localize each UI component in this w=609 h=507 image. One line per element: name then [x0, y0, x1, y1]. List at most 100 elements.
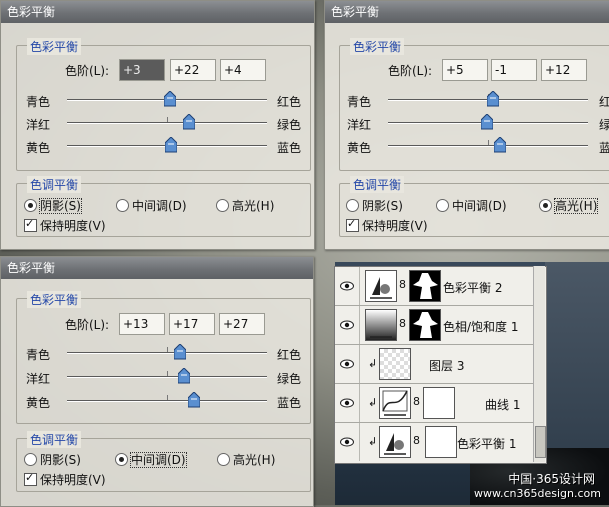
level-field-cyan-red[interactable]: +3: [119, 59, 165, 81]
slider-center-tick: [167, 117, 168, 122]
radio-highlights[interactable]: 高光(H): [217, 451, 275, 468]
checkbox-box[interactable]: [24, 217, 37, 232]
layer-row[interactable]: ↲ 8 曲线 1: [335, 384, 534, 423]
slider-left-label: 洋红: [347, 118, 372, 132]
chain-icon: 8: [399, 317, 406, 330]
mask-thumbnail: [425, 426, 457, 458]
slider-track[interactable]: [67, 400, 267, 402]
checkbox-box[interactable]: [346, 217, 359, 232]
radio-shadows[interactable]: 阴影(S): [24, 451, 81, 468]
level-field-magenta-green[interactable]: +17: [169, 313, 215, 335]
adjustment-thumbnail: [379, 426, 411, 458]
radio-label: 高光(H): [233, 453, 276, 467]
radio-dot[interactable]: [24, 199, 37, 212]
eye-icon: [340, 281, 354, 291]
visibility-toggle[interactable]: [335, 384, 360, 422]
group-title: 色彩平衡: [27, 38, 82, 55]
dialog-title[interactable]: 色彩平衡: [1, 1, 314, 23]
level-field-yellow-blue[interactable]: +4: [220, 59, 266, 81]
radio-shadows[interactable]: 阴影(S): [346, 197, 403, 214]
group-title: 色调平衡: [350, 176, 405, 193]
radio-label: 阴影(S): [39, 198, 82, 214]
level-field-yellow-blue[interactable]: +12: [541, 59, 587, 81]
radio-dot[interactable]: [217, 453, 230, 466]
slider-right-label: 红色: [277, 95, 302, 109]
hue-saturation-icon: [370, 336, 392, 338]
level-field-cyan-red[interactable]: +5: [442, 59, 488, 81]
scrollbar-thumb[interactable]: [535, 426, 546, 458]
radio-highlights[interactable]: 高光(H): [216, 197, 274, 214]
curves-icon: [382, 390, 408, 416]
visibility-toggle[interactable]: [335, 423, 360, 461]
layer-name: 色相/饱和度 1: [443, 320, 519, 334]
radio-label: 中间调(D): [132, 199, 187, 213]
level-field-magenta-green[interactable]: +22: [170, 59, 216, 81]
group-title: 色调平衡: [27, 431, 82, 448]
layer-row[interactable]: ↲ 图层 3: [335, 345, 534, 384]
adjustment-thumbnail: [365, 309, 397, 341]
radio-dot[interactable]: [115, 453, 128, 466]
group-title: 色彩平衡: [350, 38, 405, 55]
slider-track[interactable]: [67, 122, 267, 124]
checkbox-label: 保持明度(V): [362, 219, 428, 233]
slider-left-label: 洋红: [26, 372, 51, 386]
layer-thumbnail: [379, 348, 411, 380]
slider-left-label: 黄色: [26, 396, 51, 410]
checkbox-label: 保持明度(V): [40, 473, 106, 487]
slider-right-label: 蓝色: [277, 141, 302, 155]
group-title: 色调平衡: [27, 176, 82, 193]
preserve-luminosity-checkbox[interactable]: 保持明度(V): [346, 217, 428, 234]
radio-midtones[interactable]: 中间调(D): [436, 197, 507, 214]
level-field-yellow-blue[interactable]: +27: [219, 313, 265, 335]
slider-right-label: 蓝色: [277, 396, 302, 410]
visibility-toggle[interactable]: [335, 306, 360, 344]
radio-label: 阴影(S): [40, 453, 81, 467]
dialog-title[interactable]: 色彩平衡: [325, 1, 609, 23]
radio-dot[interactable]: [436, 199, 449, 212]
slider-track[interactable]: [67, 376, 267, 378]
slider-right-label: 红色: [277, 348, 302, 362]
level-field-cyan-red[interactable]: +13: [119, 313, 165, 335]
preserve-luminosity-checkbox[interactable]: 保持明度(V): [24, 217, 106, 234]
layers-scrollbar[interactable]: [533, 266, 546, 462]
preserve-luminosity-checkbox[interactable]: 保持明度(V): [24, 471, 106, 488]
radio-dot[interactable]: [216, 199, 229, 212]
radio-highlights[interactable]: 高光(H): [539, 197, 599, 214]
color-balance-dialog-3: 色彩平衡 色彩平衡 色阶(L): +13 +17 +27 青色 红色 洋红 绿色…: [0, 256, 314, 507]
radio-midtones[interactable]: 中间调(D): [115, 451, 187, 468]
slider-right-label: 绿: [599, 118, 609, 132]
chain-icon: 8: [413, 395, 420, 408]
slider-center-tick: [167, 347, 168, 352]
radio-dot[interactable]: [24, 453, 37, 466]
layer-name: 色彩平衡 1: [457, 437, 517, 451]
radio-label: 阴影(S): [362, 199, 403, 213]
slider-right-label: 红: [599, 95, 609, 109]
radio-shadows[interactable]: 阴影(S): [24, 197, 82, 214]
radio-label: 高光(H): [232, 199, 275, 213]
visibility-toggle[interactable]: [335, 267, 360, 305]
slider-left-label: 青色: [26, 95, 51, 109]
layer-row[interactable]: 8 色彩平衡 2: [335, 267, 534, 306]
radio-dot[interactable]: [539, 199, 552, 212]
radio-dot[interactable]: [116, 199, 129, 212]
layer-row[interactable]: 8 色相/饱和度 1: [335, 306, 534, 345]
visibility-toggle[interactable]: [335, 345, 360, 383]
radio-midtones[interactable]: 中间调(D): [116, 197, 187, 214]
color-balance-icon: [370, 277, 392, 299]
eye-icon: [340, 437, 354, 447]
chain-icon: 8: [413, 434, 420, 447]
watermark-line-2: www.cn365design.com: [474, 487, 601, 500]
level-field-magenta-green[interactable]: -1: [491, 59, 537, 81]
color-balance-dialog-2: 色彩平衡 色彩平衡 色阶(L): +5 -1 +12 青色 红 洋红 绿 黄色 …: [324, 0, 609, 250]
slider-center-tick: [167, 395, 168, 400]
color-balance-icon: [384, 433, 406, 455]
slider-center-tick: [167, 371, 168, 376]
layer-row[interactable]: ↲ 8 色彩平衡 1: [335, 423, 534, 461]
slider-track[interactable]: [67, 352, 267, 354]
slider-track[interactable]: [388, 145, 588, 147]
mask-thumbnail: [409, 309, 441, 341]
dialog-title[interactable]: 色彩平衡: [1, 257, 313, 279]
radio-dot[interactable]: [346, 199, 359, 212]
levels-label: 色阶(L):: [65, 318, 110, 332]
checkbox-box[interactable]: [24, 471, 37, 486]
